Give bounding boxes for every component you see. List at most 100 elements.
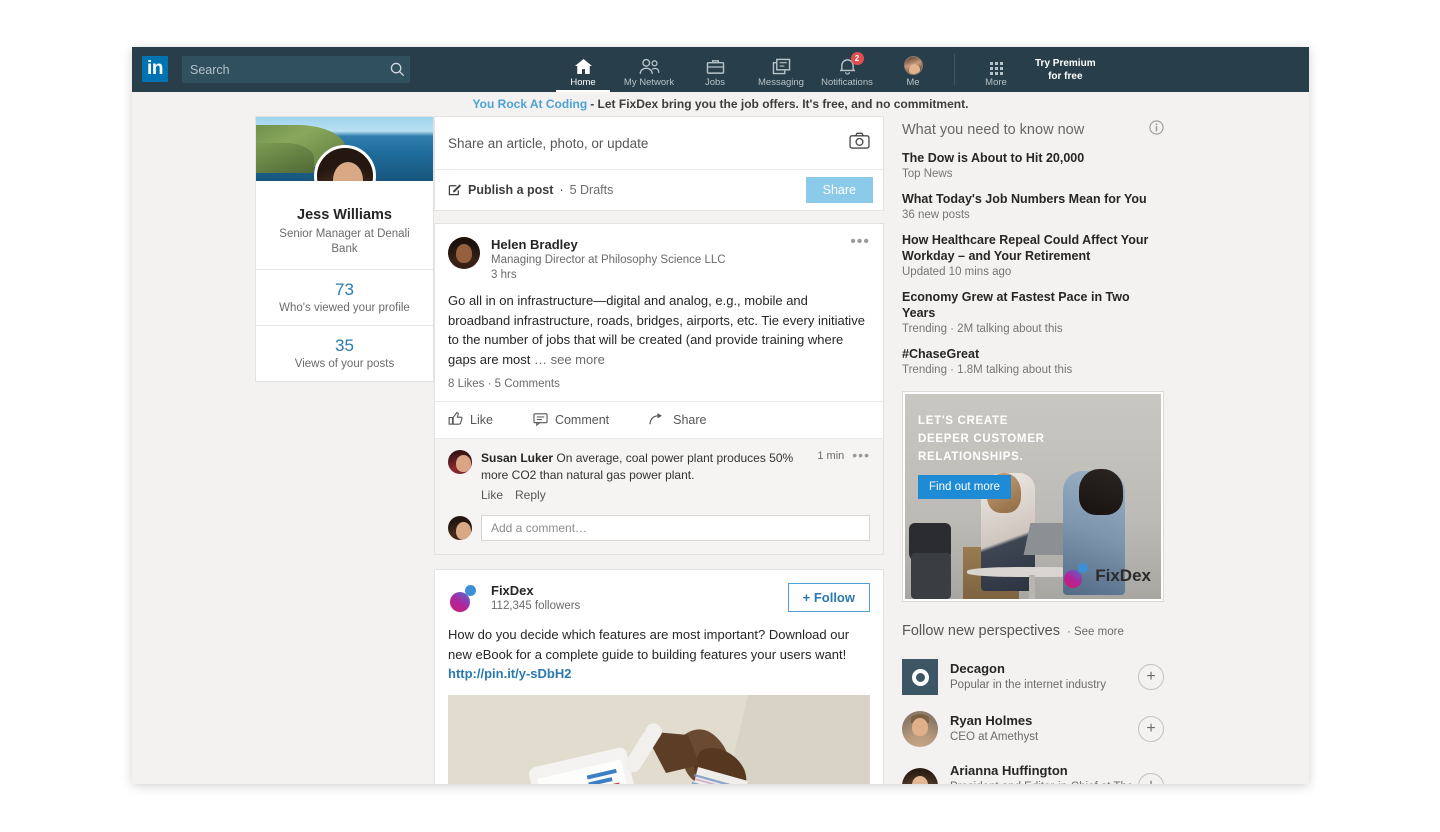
news-item[interactable]: Economy Grew at Fastest Pace in Two Year… bbox=[902, 289, 1164, 335]
comment-reply-link[interactable]: Reply bbox=[515, 488, 546, 502]
comment-bubble-icon bbox=[533, 412, 548, 429]
news-item[interactable]: What Today's Job Numbers Mean for You 36… bbox=[902, 191, 1164, 221]
stat-value: 73 bbox=[335, 280, 354, 299]
ad-headline-line-2: DEEPER CUSTOMER bbox=[918, 433, 1045, 445]
sponsored-post-link[interactable]: http://pin.it/y-sDbH2 bbox=[448, 666, 572, 681]
feed-post-fixdex: FixDex 112,345 followers + Follow How do… bbox=[434, 569, 884, 784]
share-button[interactable]: Share bbox=[805, 177, 873, 203]
news-item[interactable]: #ChaseGreat Trending · 1.8M talking abou… bbox=[902, 346, 1164, 376]
news-section-title: What you need to know now bbox=[902, 122, 1085, 138]
share-box: Share an article, photo, or update Publi… bbox=[434, 116, 884, 211]
share-placeholder[interactable]: Share an article, photo, or update bbox=[448, 136, 849, 151]
avatar-ryan-holmes[interactable] bbox=[902, 711, 938, 747]
list-item[interactable]: Arianna Huffington President and Editor-… bbox=[902, 755, 1164, 784]
nav-item-notifications[interactable]: 2 Notifications bbox=[814, 47, 880, 92]
comment-timestamp: 1 min bbox=[817, 450, 845, 462]
avatar-arianna-huffington[interactable] bbox=[902, 768, 938, 784]
ad-brand-name: FixDex bbox=[1095, 566, 1151, 585]
news-subtext: Updated 10 mins ago bbox=[902, 266, 1012, 278]
sponsored-post-image[interactable] bbox=[448, 694, 870, 784]
follow-button[interactable]: + Follow bbox=[787, 583, 870, 612]
perspectives-see-more[interactable]: · See more bbox=[1067, 626, 1124, 638]
sponsored-company-info: FixDex 112,345 followers bbox=[491, 583, 788, 612]
list-item-name[interactable]: Ryan Holmes bbox=[950, 713, 1138, 728]
news-item[interactable]: The Dow is About to Hit 20,000 Top News bbox=[902, 150, 1164, 180]
linkedin-logo[interactable]: in bbox=[142, 56, 168, 82]
nav-item-my-network[interactable]: My Network bbox=[616, 47, 682, 92]
list-item[interactable]: Decagon Popular in the internet industry… bbox=[902, 651, 1164, 703]
post-author-info: Helen Bradley Managing Director at Philo… bbox=[491, 237, 850, 281]
post-share-button[interactable]: Share bbox=[649, 411, 706, 429]
comment-text-line: Susan Luker On average, coal power plant… bbox=[481, 450, 809, 483]
news-headline[interactable]: #ChaseGreat bbox=[902, 346, 1164, 362]
comment-actions: Like Reply bbox=[481, 488, 870, 502]
post-author-avatar[interactable] bbox=[448, 237, 480, 269]
ad-coat-shape bbox=[911, 553, 951, 599]
promo-banner[interactable]: You Rock At Coding - Let FixDex bring yo… bbox=[132, 92, 1309, 116]
profile-card[interactable]: Jess Williams Senior Manager at Denali B… bbox=[255, 116, 434, 382]
try-premium-link[interactable]: Try Premium for free bbox=[1035, 47, 1108, 92]
nav-item-me[interactable]: Me bbox=[880, 47, 946, 92]
follow-add-button[interactable]: + bbox=[1138, 716, 1164, 742]
post-social-counts[interactable]: 8 Likes · 5 Comments bbox=[435, 369, 883, 401]
nav-item-messaging[interactable]: Messaging bbox=[748, 47, 814, 92]
stat-profile-views[interactable]: 73 Who's viewed your profile bbox=[256, 269, 433, 325]
comment-author-avatar[interactable] bbox=[448, 450, 472, 474]
post-options-icon[interactable]: ••• bbox=[850, 234, 870, 281]
comment-options-icon[interactable]: ••• bbox=[852, 448, 870, 462]
ad-cta-button[interactable]: Find out more bbox=[918, 475, 1011, 499]
stat-post-views[interactable]: 35 Views of your posts bbox=[256, 325, 433, 381]
ring-shape bbox=[911, 668, 929, 686]
post-comment-button[interactable]: Comment bbox=[533, 411, 609, 429]
premium-line-2: for free bbox=[1048, 70, 1083, 82]
list-item-subtext: President and Editor-in-Chief at The Mak… bbox=[950, 780, 1138, 784]
nav-item-home[interactable]: Home bbox=[550, 47, 616, 92]
ad-headline-line-3: RELATIONSHIPS. bbox=[918, 451, 1024, 463]
news-item[interactable]: How Healthcare Repeal Could Affect Your … bbox=[902, 232, 1164, 278]
premium-line-1: Try Premium bbox=[1035, 57, 1096, 69]
follow-add-button[interactable]: + bbox=[1138, 664, 1164, 690]
right-sidebar: What you need to know now The Dow is Abo… bbox=[902, 116, 1164, 784]
list-item-name[interactable]: Decagon bbox=[950, 661, 1138, 676]
briefcase-icon bbox=[706, 55, 725, 75]
info-icon[interactable] bbox=[1149, 120, 1164, 140]
camera-icon[interactable] bbox=[849, 132, 870, 154]
nav-item-more[interactable]: More bbox=[963, 47, 1029, 92]
sidebar-advertisement[interactable]: LET'S CREATE DEEPER CUSTOMER RELATIONSHI… bbox=[902, 391, 1164, 602]
search-container bbox=[182, 56, 410, 92]
publish-post-link[interactable]: Publish a post · 5 Drafts bbox=[448, 182, 806, 199]
nav-divider bbox=[954, 54, 955, 85]
follow-add-button[interactable]: + bbox=[1138, 773, 1164, 784]
sponsored-follower-count: 112,345 followers bbox=[491, 600, 581, 612]
promo-banner-link[interactable]: You Rock At Coding bbox=[473, 97, 588, 111]
drafts-count[interactable]: 5 Drafts bbox=[570, 183, 614, 197]
nav-items: Home My Network Jobs Messaging 2 Notific… bbox=[550, 47, 946, 92]
comment-item: Susan Luker On average, coal power plant… bbox=[448, 448, 870, 502]
news-headline[interactable]: How Healthcare Repeal Could Affect Your … bbox=[902, 232, 1164, 264]
profile-avatar[interactable] bbox=[313, 145, 376, 181]
list-item[interactable]: Ryan Holmes CEO at Amethyst + bbox=[902, 703, 1164, 755]
news-headline[interactable]: The Dow is About to Hit 20,000 bbox=[902, 150, 1164, 166]
nav-label-me: Me bbox=[906, 77, 920, 88]
news-headline[interactable]: Economy Grew at Fastest Pace in Two Year… bbox=[902, 289, 1164, 321]
avatar-icon bbox=[903, 55, 923, 75]
post-author-name[interactable]: Helen Bradley bbox=[491, 237, 850, 252]
list-item-name[interactable]: Arianna Huffington bbox=[950, 763, 1138, 778]
search-input[interactable] bbox=[182, 62, 384, 77]
post-like-button[interactable]: Like bbox=[448, 411, 493, 429]
see-more-link[interactable]: … see more bbox=[534, 352, 605, 367]
feed-column: Share an article, photo, or update Publi… bbox=[434, 116, 884, 784]
comment-author-name[interactable]: Susan Luker bbox=[481, 451, 553, 465]
tablet-photo-illustration bbox=[448, 694, 870, 784]
comment-like-link[interactable]: Like bbox=[481, 488, 503, 502]
add-comment-input[interactable] bbox=[481, 515, 870, 541]
linkedin-window: in Home My Network bbox=[132, 47, 1309, 784]
sponsored-company-name[interactable]: FixDex bbox=[491, 583, 788, 598]
news-headline[interactable]: What Today's Job Numbers Mean for You bbox=[902, 191, 1164, 207]
search-icon[interactable] bbox=[384, 62, 410, 77]
fixdex-logo-icon[interactable] bbox=[448, 583, 480, 615]
search-box[interactable] bbox=[182, 56, 410, 83]
nav-item-jobs[interactable]: Jobs bbox=[682, 47, 748, 92]
share-input-row[interactable]: Share an article, photo, or update bbox=[435, 117, 883, 170]
decagon-logo-icon[interactable] bbox=[902, 659, 938, 695]
